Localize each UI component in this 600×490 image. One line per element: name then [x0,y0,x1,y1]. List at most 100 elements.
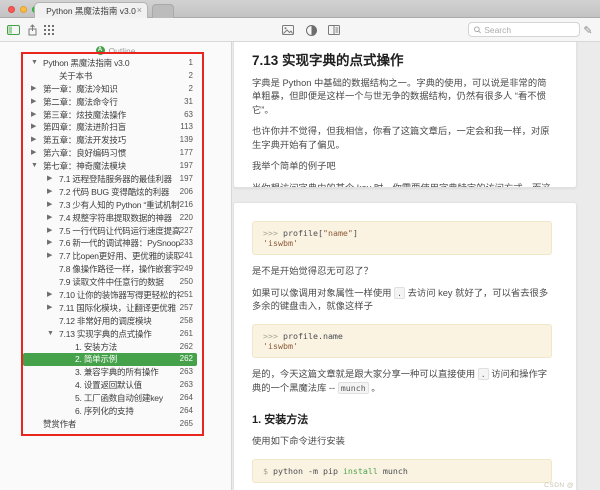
disclosure-right-icon[interactable]: ▶ [47,289,59,302]
toc-item-page: 262 [179,354,193,364]
document-content[interactable]: 7.13 实现字典的点式操作 字典是 Python 中基础的数据结构之一。字典的使… [233,42,600,490]
section-heading: 7.13 实现字典的点式操作 [252,53,404,68]
toc-item-page: 197 [179,161,193,171]
toc-item-label: 1. 安装方法 [75,341,118,352]
toc-item[interactable]: 3. 兼容字典的所有操作 263 [23,366,197,379]
toc-item[interactable]: ▼ 第七章：神奇魔法模块 197 [23,160,197,173]
toc-item-label: 6. 序列化的支持 [75,406,134,417]
disclosure-right-icon[interactable]: ▶ [47,199,59,212]
toc-item-page: 265 [179,418,193,428]
disclosure-right-icon[interactable]: ▶ [31,109,43,122]
toc-item[interactable]: 5. 工厂函数自动创建key 264 [23,392,197,405]
toc-item[interactable]: ▼ 7.13 实现字典的点式操作 261 [23,328,197,341]
disclosure-right-icon[interactable]: ▶ [47,212,59,225]
outline-header-label: Outline [108,45,136,56]
disclosure-right-icon[interactable]: ▶ [47,237,59,250]
watermark: CSDN @ [544,482,574,489]
toc-item[interactable]: 4. 设置返回默认值 263 [23,379,197,392]
toc-item-label: 5. 工厂函数自动创建key [75,393,163,404]
toc-item[interactable]: ▶ 第二章：魔法命令行 31 [23,96,197,109]
sidebar-toggle-icon[interactable] [5,18,21,42]
toc-item-label: 关于本书 [59,70,93,81]
toc-item[interactable]: ▶ 第三章：炫技魔法操作 63 [23,109,197,122]
disclosure-down-icon[interactable]: ▼ [31,57,43,70]
image-mode-icon[interactable] [280,18,296,42]
toc-item-label: 7.12 非常好用的调度模块 [59,315,152,326]
share-icon[interactable] [24,18,40,42]
toc-item[interactable]: 关于本书 2 [23,70,197,83]
toc-item-page: 197 [179,174,193,184]
toc-item[interactable]: ▶ 第六章：良好编码习惯 177 [23,147,197,160]
toc-item[interactable]: ▶ 7.2 代码 BUG 变得酷炫的利器 206 [23,186,197,199]
disclosure-right-icon[interactable]: ▶ [31,121,43,134]
toc-item-label: 第四章：魔法进阶扫盲 [43,122,127,133]
toc[interactable]: ▼ Python 黑魔法指南 v3.0 1 关于本书 2 ▶ 第一章：魔法冷知识 2 ▶ 第二章：… [23,57,197,431]
toc-item[interactable]: ▶ 7.4 规整字符串提取数据的神器 220 [23,212,197,225]
document-tab[interactable]: Python 黑魔法指南 v3.0 × [34,2,148,18]
toc-item-label: 7.3 少有人知的 Python “重试机制” [59,199,180,210]
disclosure-right-icon[interactable]: ▶ [47,186,59,199]
toc-item[interactable]: ▶ 第一章：魔法冷知识 2 [23,83,197,96]
toc-item[interactable]: ▶ 7.3 少有人知的 Python “重试机制” 216 [23,199,197,212]
toc-item[interactable]: ▶ 7.11 国际化模块，让翻译更优雅 257 [23,302,197,315]
disclosure-right-icon[interactable]: ▶ [47,173,59,186]
toc-item[interactable]: 7.9 读取文件中任意行的数据 250 [23,276,197,289]
toc-item-page: 257 [179,302,193,312]
toc-item[interactable]: ▶ 7.1 远程登陆服务器的最佳利器 197 [23,173,197,186]
edit-pencil-icon[interactable]: ✎ [579,18,597,42]
toc-item[interactable]: ▶ 第四章：魔法进阶扫盲 113 [23,121,197,134]
toc-item-page: 113 [180,122,193,132]
toc-item[interactable]: ▶ 第五章：魔法开发技巧 139 [23,134,197,147]
disclosure-right-icon[interactable]: ▶ [31,83,43,96]
toc-item-label: 第一章：魔法冷知识 [43,83,118,94]
toc-item-label: 7.6 新一代的调试神器：PySnooper [59,238,180,249]
toc-item[interactable]: ▶7.5 一行代码让代码运行速度提高100倍227 [23,225,197,238]
toc-item[interactable]: 赞赏作者 265 [23,418,197,431]
toc-item[interactable]: 6. 序列化的支持 264 [23,405,197,418]
toc-item[interactable]: 7.12 非常好用的调度模块 258 [23,315,197,328]
toc-item[interactable]: ▶7.7 比open更好用、更优雅的读取文件241 [23,250,197,263]
inactive-tab-stub[interactable] [152,4,174,18]
toc-item-page: 263 [179,367,193,377]
close-window-button[interactable] [8,6,15,13]
paragraph: 也许你并不觉得，但我相信，你看了这篇文章后，一定会和我一样，对原生字典开始有了偏… [252,126,550,150]
toc-item[interactable]: 1. 安装方法 262 [23,341,197,354]
toc-item[interactable]: 2. 简单示例 262 [23,353,197,367]
toc-item-label: 7.7 比open更好用、更优雅的读取文件 [59,251,180,262]
disclosure-right-icon[interactable]: ▶ [31,147,43,160]
toc-item-page: 264 [179,406,193,416]
paragraph: 使用如下命令进行安装 [252,436,345,447]
search-field[interactable] [468,22,580,37]
search-icon [474,25,481,33]
paragraph: 如果可以像调用对象属性一样使用 . 去访问 key 就好了，可以省去很多多余的键… [252,286,549,312]
toc-item[interactable]: ▶7.10 让你的装饰器写得更轻松的神库251 [23,289,197,302]
toc-item[interactable]: 7.8 像操作路径一样，操作嵌套字典 249 [23,263,197,276]
toc-item-page: 227 [179,225,193,235]
toc-item-label: 7.8 像操作路径一样，操作嵌套字典 [59,264,180,275]
two-page-view-icon[interactable] [326,18,342,42]
grid-view-icon[interactable] [41,18,57,42]
section-heading: 1. 安装方法 [252,414,309,427]
disclosure-right-icon[interactable]: ▶ [47,302,59,315]
outline-badge-icon: A [95,46,105,55]
disclosure-right-icon[interactable]: ▶ [31,96,43,109]
toc-item-label: 4. 设置返回默认值 [75,380,142,391]
toc-item-label: 赞赏作者 [43,418,77,429]
toc-item-label: 7.13 实现字典的点式操作 [59,328,152,339]
toc-item[interactable]: ▶ 7.6 新一代的调试神器：PySnooper 233 [23,237,197,250]
search-input[interactable] [484,24,574,35]
disclosure-down-icon[interactable]: ▼ [31,160,43,173]
app-window: Python 黑魔法指南 v3.0 × ✎ [0,0,600,490]
toc-item-page: 241 [179,251,193,261]
tab-close-icon[interactable]: × [137,4,142,17]
disclosure-down-icon[interactable]: ▼ [47,328,59,341]
toc-item-page: 261 [179,328,193,338]
toc-item[interactable]: ▼ Python 黑魔法指南 v3.0 1 [23,57,197,70]
toc-item-page: 1 [188,58,193,67]
dark-mode-toggle-icon[interactable] [303,18,319,42]
inline-code: . [394,286,406,299]
disclosure-right-icon[interactable]: ▶ [47,225,59,238]
disclosure-right-icon[interactable]: ▶ [47,250,59,263]
disclosure-right-icon[interactable]: ▶ [31,134,43,147]
minimize-window-button[interactable] [20,6,27,13]
